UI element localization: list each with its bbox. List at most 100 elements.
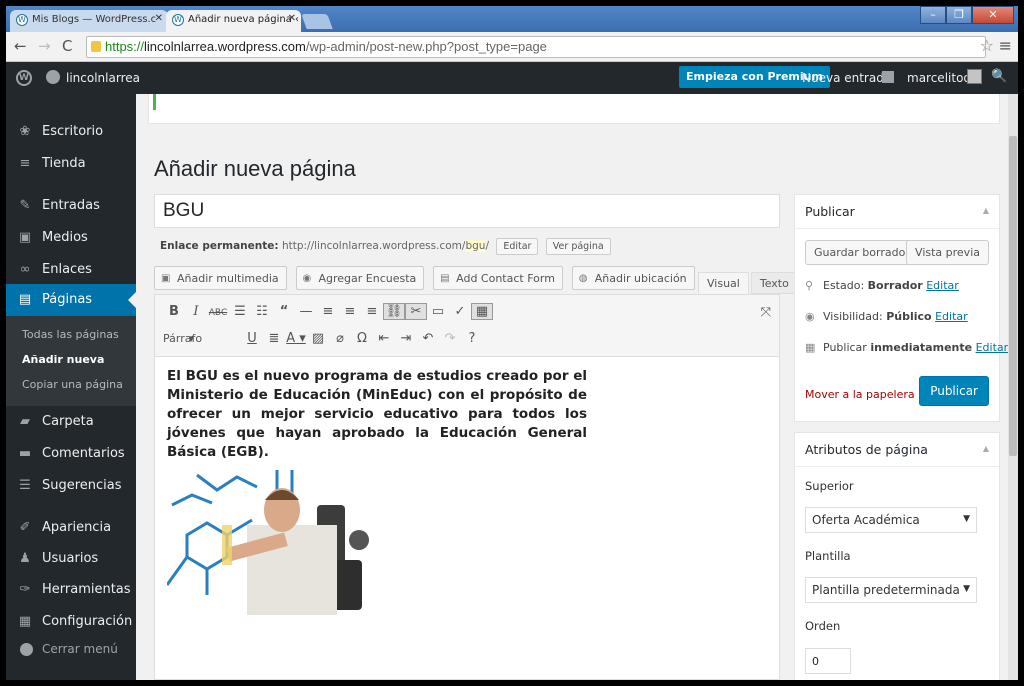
publish-button[interactable]: Publicar: [919, 376, 989, 406]
move-to-trash-link[interactable]: Mover a la papelera: [805, 388, 915, 401]
view-page-button[interactable]: Ver página: [545, 238, 611, 255]
strikethrough-icon[interactable]: ABC: [207, 308, 229, 318]
sidebar-item-herramientas[interactable]: ✑ Herramientas: [6, 574, 136, 606]
edit-visibility-link[interactable]: Editar: [935, 310, 968, 323]
sidebar-item-enlaces[interactable]: ∞ Enlaces: [6, 254, 136, 286]
add-contact-form-button[interactable]: ▤ Add Contact Form: [433, 266, 563, 290]
justify-icon[interactable]: ≣: [263, 331, 285, 346]
align-left-icon[interactable]: ≡: [317, 304, 339, 319]
sidebar-item-label: Enlaces: [42, 262, 92, 277]
numbered-list-icon[interactable]: ☷: [251, 304, 273, 319]
wordpress-logo-icon[interactable]: W: [16, 70, 32, 86]
redo-icon[interactable]: ↷: [439, 331, 461, 346]
toggle-arrow-icon[interactable]: ▲: [983, 206, 989, 215]
close-window-icon[interactable]: ✕: [972, 6, 1014, 24]
horizontal-line-icon[interactable]: —: [295, 304, 317, 319]
sidebar-item-configuracion[interactable]: ▦ Configuración: [6, 606, 136, 638]
add-poll-button[interactable]: ◉ Agregar Encuesta: [295, 266, 425, 290]
add-media-button[interactable]: ▣ Añadir multimedia: [154, 266, 287, 290]
bookmark-star-icon[interactable]: ☆: [980, 36, 994, 55]
preview-button[interactable]: Vista previa: [906, 240, 989, 265]
indent-icon[interactable]: ⇥: [395, 331, 417, 346]
blockquote-icon[interactable]: “: [273, 304, 295, 319]
page-scrollbar[interactable]: [1008, 94, 1018, 680]
minimize-icon[interactable]: –: [920, 6, 946, 24]
sidebar-item-escritorio[interactable]: ❀ Escritorio: [6, 116, 136, 148]
permalink-slug[interactable]: bgu: [465, 240, 486, 252]
save-draft-button[interactable]: Guardar borrador: [805, 240, 919, 265]
sidebar-item-paginas[interactable]: ▤ Páginas: [6, 284, 136, 316]
tab-text[interactable]: Texto: [750, 272, 798, 294]
close-tab-icon[interactable]: ✕: [288, 13, 296, 24]
submenu-anadir-nueva[interactable]: Añadir nueva: [22, 353, 104, 366]
edit-permalink-button[interactable]: Editar: [496, 238, 539, 255]
undo-icon[interactable]: ↶: [417, 331, 439, 346]
sidebar-item-sugerencias[interactable]: ☰ Sugerencias: [6, 470, 136, 502]
fullscreen-icon[interactable]: ⤧: [761, 305, 771, 320]
browser-tab-mis-blogs[interactable]: W Mis Blogs — WordPress.c ✕: [10, 10, 168, 32]
sidebar-item-label: Configuración: [42, 614, 133, 629]
insert-link-icon[interactable]: ⛓: [383, 303, 405, 320]
bold-icon[interactable]: B: [163, 304, 185, 319]
toolbar-toggle-icon[interactable]: ▦: [471, 303, 493, 320]
submenu-todas-las-paginas[interactable]: Todas las páginas: [22, 328, 119, 341]
clear-formatting-icon[interactable]: ⌀: [329, 331, 351, 346]
new-post-link[interactable]: Nueva entrada: [802, 71, 891, 85]
browser-menu-icon[interactable]: ≡: [999, 36, 1012, 55]
sidebar-item-entradas[interactable]: ✎ Entradas: [6, 190, 136, 222]
outdent-icon[interactable]: ⇤: [373, 331, 395, 346]
align-right-icon[interactable]: ≡: [361, 304, 383, 319]
collapse-menu-button[interactable]: Cerrar menú: [6, 637, 136, 665]
tab-visual[interactable]: Visual: [698, 272, 749, 294]
toggle-arrow-icon[interactable]: ▲: [983, 444, 989, 453]
paste-text-icon[interactable]: ▨: [307, 331, 329, 346]
help-icon[interactable]: ?: [461, 331, 483, 346]
remove-link-icon[interactable]: ✂: [405, 303, 427, 320]
sidebar-item-usuarios[interactable]: ♟ Usuarios: [6, 543, 136, 575]
submenu-copiar-pagina[interactable]: Copiar una página: [22, 378, 123, 391]
lab-scientist-image[interactable]: [167, 465, 387, 615]
back-icon[interactable]: ←: [14, 37, 27, 55]
edit-status-link[interactable]: Editar: [926, 279, 959, 292]
sidebar-item-apariencia[interactable]: ✐ Apariencia: [6, 512, 136, 544]
avatar[interactable]: [967, 69, 982, 84]
browser-tab-nueva-pagina[interactable]: W Añadir nueva página ‹ linc ✕: [166, 10, 301, 32]
spellcheck-icon[interactable]: ✓: [449, 304, 471, 319]
editor-body-text[interactable]: El BGU es el nuevo programa de estudios …: [167, 367, 587, 462]
forward-icon[interactable]: →: [38, 37, 51, 55]
search-icon[interactable]: 🔍: [991, 69, 1007, 84]
format-select[interactable]: Párrafo ▾: [163, 332, 241, 345]
sidebar-item-comentarios[interactable]: ▬ Comentarios: [6, 438, 136, 470]
maximize-icon[interactable]: ❐: [946, 6, 972, 24]
underline-icon[interactable]: U: [241, 331, 263, 346]
italic-icon[interactable]: I: [185, 304, 207, 319]
edit-schedule-link[interactable]: Editar: [976, 341, 1009, 354]
site-name-link[interactable]: lincolnlarrea: [66, 71, 140, 85]
scrollbar-thumb[interactable]: [1009, 136, 1017, 456]
text-color-icon[interactable]: A ▾: [285, 331, 307, 346]
parent-select[interactable]: Oferta Académica ▼: [805, 507, 977, 533]
new-tab-button[interactable]: [301, 14, 333, 29]
address-bar[interactable]: https://lincolnlarrea.wordpress.com/wp-a…: [86, 36, 986, 58]
page-title: Añadir nueva página: [154, 156, 356, 181]
special-character-icon[interactable]: Ω: [351, 331, 373, 346]
bullet-list-icon[interactable]: ☰: [229, 304, 251, 319]
align-center-icon[interactable]: ≡: [339, 304, 361, 319]
close-tab-icon[interactable]: ✕: [155, 13, 163, 24]
publish-box-header[interactable]: Publicar ▲: [795, 195, 999, 229]
attributes-box-header[interactable]: Atributos de página ▲: [795, 433, 999, 467]
reload-icon[interactable]: C: [62, 37, 72, 55]
pin-icon: ⚲: [805, 279, 814, 292]
post-title-input[interactable]: BGU: [154, 194, 780, 228]
read-more-icon[interactable]: ▭: [427, 304, 449, 319]
notifications-icon[interactable]: [882, 71, 894, 83]
sidebar-item-carpeta[interactable]: ▰ Carpeta: [6, 406, 136, 438]
attributes-box-title: Atributos de página: [805, 442, 928, 457]
sidebar-item-tienda[interactable]: ≡ Tienda: [6, 148, 136, 180]
template-select[interactable]: Plantilla predeterminada ▼: [805, 577, 977, 603]
add-location-button[interactable]: ◍ Añadir ubicación: [571, 266, 695, 290]
sidebar-item-medios[interactable]: ▣ Medios: [6, 222, 136, 254]
cart-icon: ≡: [19, 156, 31, 171]
order-input[interactable]: 0: [805, 648, 851, 674]
notice-indicator: [153, 94, 156, 110]
